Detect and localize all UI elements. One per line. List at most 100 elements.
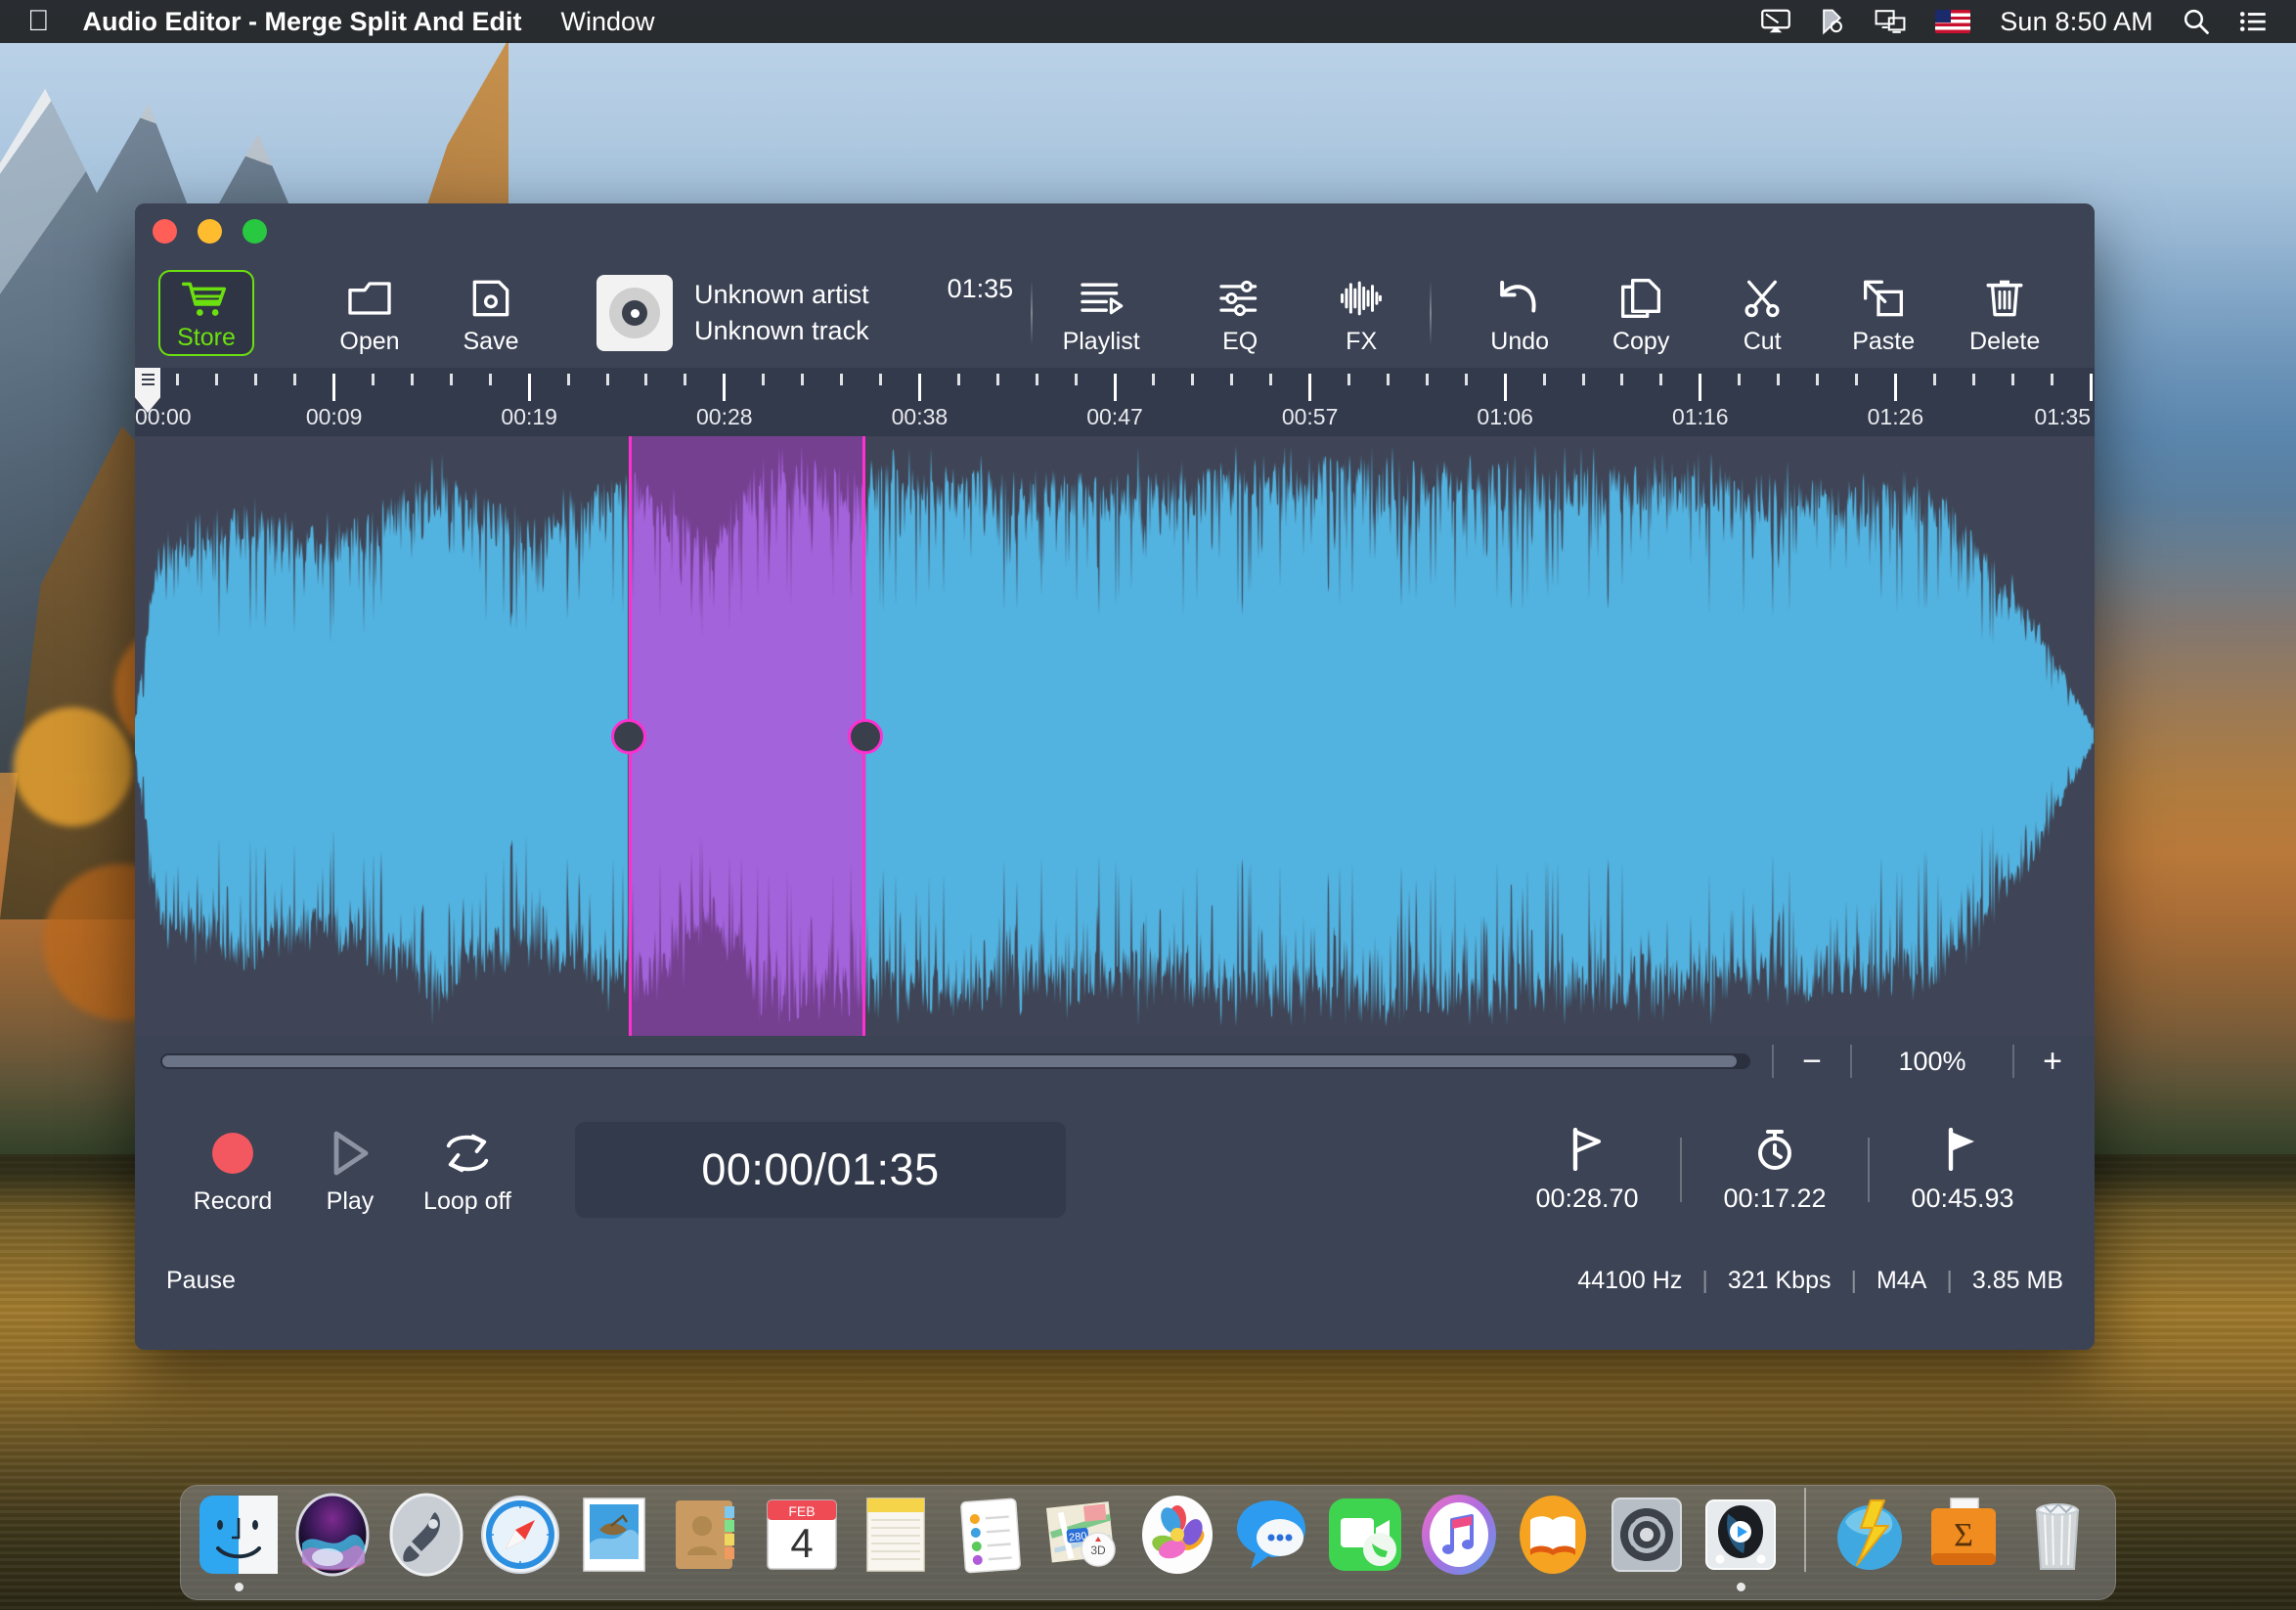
selection-region[interactable] <box>629 436 865 1036</box>
store-button[interactable]: Store <box>158 270 254 356</box>
ruler-time-label: 00:09 <box>305 404 363 429</box>
dock-item-safari[interactable] <box>478 1493 562 1591</box>
us-flag-icon[interactable] <box>1935 10 1971 33</box>
save-disk-icon <box>470 273 511 324</box>
menubar-clock[interactable]: Sun 8:50 AM <box>2000 7 2153 37</box>
ruler-tick-major <box>917 374 921 401</box>
dock-item-siri[interactable] <box>290 1493 375 1591</box>
playlist-button[interactable]: Playlist <box>1050 267 1152 360</box>
horizontal-scrollbar[interactable] <box>160 1053 1750 1069</box>
fx-button-label: FX <box>1346 327 1378 355</box>
transport-controls: Record Play Loop off 00:00/01:35 00:28.7… <box>135 1087 2095 1253</box>
dock-item-launchpad[interactable] <box>384 1493 468 1591</box>
ruler-tick-major <box>332 374 336 401</box>
shopping-cart-icon <box>181 276 232 324</box>
dock-item-reminders[interactable] <box>948 1493 1032 1591</box>
marker-duration[interactable]: 00:17.22 <box>1682 1127 1868 1214</box>
loop-arrows-icon <box>443 1127 492 1180</box>
dock-item-mail[interactable] <box>572 1493 656 1591</box>
dock-item-audio-editor[interactable] <box>1699 1493 1783 1591</box>
dock-item-facetime[interactable] <box>1323 1493 1407 1591</box>
dock-item-messages[interactable] <box>1229 1493 1313 1591</box>
airplay-icon[interactable] <box>1761 9 1791 34</box>
ruler-tick-minor <box>1074 374 1078 385</box>
ruler-tick-minor <box>1542 374 1546 385</box>
dock-item-maps[interactable]: 280 3D <box>1041 1493 1126 1591</box>
ruler-tick-minor <box>1425 374 1429 385</box>
minimize-button[interactable] <box>198 219 222 244</box>
delete-button-label: Delete <box>1969 327 2041 355</box>
dock-item-finder[interactable] <box>197 1493 281 1591</box>
waveform-canvas[interactable] <box>135 436 2095 1036</box>
mail-stamp-icon <box>572 1493 656 1577</box>
ruler-time-label: 01:16 <box>1672 404 1729 429</box>
paste-button[interactable]: Paste <box>1832 267 1934 360</box>
marker-duration-value: 00:17.22 <box>1723 1183 1827 1213</box>
save-button-label: Save <box>463 327 519 355</box>
apple-menu-icon[interactable]:  <box>27 7 50 36</box>
selection-handle-left[interactable] <box>611 718 646 754</box>
eq-button[interactable]: EQ <box>1189 267 1291 360</box>
finder-icon <box>197 1493 281 1577</box>
zoom-out-button[interactable]: − <box>1795 1045 1829 1078</box>
marker-start[interactable]: 00:28.70 <box>1494 1127 1680 1214</box>
dock-item-system-preferences[interactable] <box>1605 1493 1689 1591</box>
close-button[interactable] <box>153 219 177 244</box>
ruler-tick-minor <box>684 374 687 385</box>
menu-window[interactable]: Window <box>560 7 654 37</box>
dock-item-trash[interactable] <box>2015 1493 2099 1591</box>
dock-item-photos[interactable] <box>1135 1493 1219 1591</box>
dock-divider <box>1804 1488 1806 1572</box>
fx-button[interactable]: FX <box>1310 267 1412 360</box>
open-button[interactable]: Open <box>319 267 420 360</box>
dock-item-ibooks[interactable] <box>1511 1493 1595 1591</box>
ruler-tick-minor <box>605 374 609 385</box>
ruler-tick-minor <box>2050 374 2053 385</box>
ruler-tick-minor <box>566 374 570 385</box>
waveform-display[interactable] <box>135 436 2095 1036</box>
track-info-panel[interactable]: Unknown artist Unknown track 01:35 <box>596 268 1013 358</box>
maximize-button[interactable] <box>243 219 267 244</box>
ruler-tick-major <box>1308 374 1312 401</box>
save-button[interactable]: Save <box>440 267 542 360</box>
zoom-divider-2 <box>1850 1045 1852 1078</box>
file-format: M4A <box>1876 1266 1927 1294</box>
search-icon[interactable] <box>2183 8 2210 35</box>
eq-button-label: EQ <box>1222 327 1258 355</box>
cut-button[interactable]: Cut <box>1711 267 1813 360</box>
play-button[interactable]: Play <box>291 1127 409 1214</box>
open-button-label: Open <box>339 327 400 355</box>
marker-start-value: 00:28.70 <box>1535 1183 1639 1213</box>
undo-button[interactable]: Undo <box>1469 267 1570 360</box>
dock-item-downloads-stack[interactable] <box>1828 1493 1912 1591</box>
dock-item-itunes[interactable] <box>1417 1493 1501 1591</box>
audio-editor-icon <box>1699 1493 1783 1577</box>
bluetooth-cursor-icon[interactable] <box>1820 8 1845 35</box>
dock-item-calendar[interactable]: FEB 4 <box>760 1493 844 1591</box>
record-button-label: Record <box>193 1186 273 1215</box>
playhead-lines-icon <box>141 374 155 388</box>
loop-button[interactable]: Loop off <box>409 1127 526 1214</box>
ruler-tick-minor <box>215 374 219 385</box>
menu-app-title[interactable]: Audio Editor - Merge Split And Edit <box>83 7 522 37</box>
delete-button[interactable]: Delete <box>1954 267 2055 360</box>
dock-item-documents-stack[interactable]: Σ <box>1921 1493 2006 1591</box>
itunes-icon <box>1417 1493 1501 1577</box>
ruler-time-labels: 00:00 00:09 00:19 00:28 00:38 00:47 00:57 01:06… <box>135 404 2095 433</box>
timeline-ruler[interactable]: 00:00 00:09 00:19 00:28 00:38 00:47 00:57 01:06… <box>135 368 2095 436</box>
scrollbar-thumb[interactable] <box>162 1055 1737 1067</box>
dock-item-notes[interactable] <box>854 1493 938 1591</box>
dock-item-contacts[interactable] <box>666 1493 750 1591</box>
zoom-in-button[interactable]: + <box>2036 1045 2069 1078</box>
record-button[interactable]: Record <box>174 1127 291 1214</box>
loop-button-label: Loop off <box>423 1186 511 1215</box>
window-titlebar[interactable] <box>135 203 2095 258</box>
selection-handle-right[interactable] <box>848 718 883 754</box>
paste-icon <box>1862 273 1905 324</box>
ruler-tick-minor <box>176 374 180 385</box>
ruler-tick-major <box>1699 374 1702 401</box>
marker-end[interactable]: 00:45.93 <box>1870 1127 2055 1214</box>
screen-mirroring-icon[interactable] <box>1875 10 1906 33</box>
copy-button[interactable]: Copy <box>1590 267 1692 360</box>
control-center-icon[interactable] <box>2239 10 2267 33</box>
